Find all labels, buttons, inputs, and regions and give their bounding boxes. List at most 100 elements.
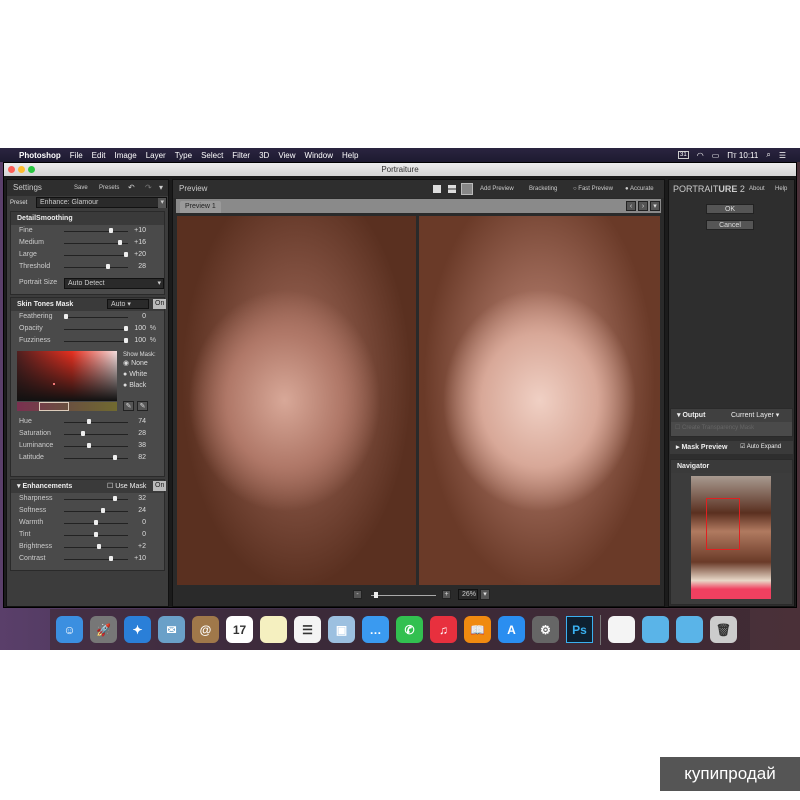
close-button[interactable] xyxy=(8,166,15,173)
slider-thumb[interactable] xyxy=(94,532,98,537)
transparency-checkbox[interactable]: ☐ Create Transparency Mask xyxy=(671,422,792,433)
hue-range-handle[interactable] xyxy=(39,402,69,411)
slider-thumb[interactable] xyxy=(124,252,128,257)
tab-menu-icon[interactable]: ▾ xyxy=(650,201,660,211)
slider-thumb[interactable] xyxy=(94,520,98,525)
fast-preview-radio[interactable]: ○ Fast Preview xyxy=(573,180,613,198)
help-link[interactable]: Help xyxy=(775,180,787,198)
menu-filter[interactable]: Filter xyxy=(232,151,250,160)
menu-chevron-icon[interactable]: ▾ xyxy=(159,180,163,196)
dock-safari-icon[interactable]: ✦ xyxy=(124,616,151,643)
dock-mail-icon[interactable]: ✉ xyxy=(158,616,185,643)
split-horizontal-icon[interactable] xyxy=(448,185,456,193)
dock-preview-icon[interactable]: ▣ xyxy=(328,616,355,643)
preset-select[interactable]: Enhance: Glamour ▾ xyxy=(36,197,167,208)
ok-button[interactable]: OK xyxy=(706,204,754,214)
dock-notes-icon[interactable] xyxy=(260,616,287,643)
menu-type[interactable]: Type xyxy=(175,151,192,160)
slider-thumb[interactable] xyxy=(124,326,128,331)
slider-thumb[interactable] xyxy=(64,314,68,319)
minimize-button[interactable] xyxy=(18,166,25,173)
dock-ibooks-icon[interactable]: 📖 xyxy=(464,616,491,643)
save-button[interactable]: Save xyxy=(74,180,88,196)
menu-image[interactable]: Image xyxy=(114,151,136,160)
dock-messages-icon[interactable]: … xyxy=(362,616,389,643)
menu-window[interactable]: Window xyxy=(305,151,333,160)
slider-thumb[interactable] xyxy=(106,264,110,269)
dock-folder-2-icon[interactable] xyxy=(676,616,703,643)
original-image[interactable] xyxy=(177,216,416,585)
zoom-in-button[interactable]: + xyxy=(442,590,451,599)
slider-thumb[interactable] xyxy=(124,338,128,343)
navigator-thumbnail[interactable] xyxy=(691,476,771,599)
skin-mode-select[interactable]: Auto ▾ xyxy=(107,299,149,309)
search-icon[interactable]: ⌕ xyxy=(766,150,770,160)
dock-finder-icon[interactable]: ☺ xyxy=(56,616,83,643)
slider-track[interactable] xyxy=(64,422,128,423)
menu-3d[interactable]: 3D xyxy=(259,151,269,160)
slider-track[interactable] xyxy=(64,317,128,318)
use-mask-checkbox[interactable]: ☐ Use Mask xyxy=(107,480,146,493)
mask-preview-header[interactable]: ▸ Mask Preview ☑ Auto Expand xyxy=(670,441,793,454)
output-header[interactable]: ▾ Output Current Layer ▾ xyxy=(671,409,792,422)
slider-track[interactable] xyxy=(64,267,128,268)
dock-documents-icon[interactable] xyxy=(608,616,635,643)
slider-track[interactable] xyxy=(64,559,128,560)
slider-thumb[interactable] xyxy=(86,419,91,424)
tab-preview-1[interactable]: Preview 1 xyxy=(180,201,221,213)
eyedropper-icon[interactable]: ✎ xyxy=(123,401,134,411)
slider-track[interactable] xyxy=(64,231,128,232)
zoom-slider-thumb[interactable] xyxy=(374,592,378,598)
dock-app-store-icon[interactable]: A xyxy=(498,616,525,643)
dock-folder-icon[interactable] xyxy=(642,616,669,643)
slider-track[interactable] xyxy=(64,547,128,548)
notifications-icon[interactable]: ☰ xyxy=(779,151,786,160)
slider-thumb[interactable] xyxy=(80,431,85,436)
prev-icon[interactable]: ‹ xyxy=(626,201,636,211)
skin-on-toggle[interactable]: On xyxy=(153,299,167,309)
add-preview-button[interactable]: Add Preview xyxy=(480,180,514,198)
portrait-size-select[interactable]: Auto Detect ▾ xyxy=(64,278,164,289)
navigator-viewport[interactable] xyxy=(706,498,740,550)
mask-option-none[interactable]: ◉ None xyxy=(123,358,156,369)
slider-thumb[interactable] xyxy=(113,455,118,460)
single-view-icon[interactable] xyxy=(433,185,441,193)
slider-thumb[interactable] xyxy=(109,556,113,561)
menu-edit[interactable]: Edit xyxy=(92,151,106,160)
enhancements-on-toggle[interactable]: On xyxy=(153,481,167,491)
dock-contacts-icon[interactable]: @ xyxy=(192,616,219,643)
slider-thumb[interactable] xyxy=(118,240,122,245)
dock-trash-icon[interactable]: 🗑 xyxy=(710,616,737,643)
zoom-out-button[interactable]: - xyxy=(353,590,362,599)
mask-option-black[interactable]: ● Black xyxy=(123,380,156,391)
slider-track[interactable] xyxy=(64,329,128,330)
slider-thumb[interactable] xyxy=(97,544,101,549)
retouched-image[interactable] xyxy=(419,216,660,585)
presets-button[interactable]: Presets xyxy=(99,180,119,196)
zoom-level[interactable]: 26% xyxy=(458,589,478,600)
enhancements-header[interactable]: ▾ Enhancements ☐ Use Mask On xyxy=(11,480,167,493)
accurate-radio[interactable]: ● Accurate xyxy=(625,180,654,198)
slider-thumb[interactable] xyxy=(113,496,118,501)
slider-thumb[interactable] xyxy=(109,228,113,233)
battery-icon[interactable]: ▭ xyxy=(712,151,720,160)
bracketing-button[interactable]: Bracketing xyxy=(529,180,557,198)
next-icon[interactable]: › xyxy=(638,201,648,211)
redo-icon[interactable]: ↷ xyxy=(145,180,152,196)
dock-itunes-icon[interactable]: ♫ xyxy=(430,616,457,643)
menu-app[interactable]: Photoshop xyxy=(19,151,61,160)
color-picker-field[interactable] xyxy=(17,351,117,401)
slider-track[interactable] xyxy=(64,434,128,435)
slider-track[interactable] xyxy=(64,458,128,459)
slider-thumb[interactable] xyxy=(101,508,106,513)
menu-file[interactable]: File xyxy=(70,151,83,160)
zoom-menu-icon[interactable]: ▾ xyxy=(480,589,490,600)
zoom-button[interactable] xyxy=(28,166,35,173)
menu-view[interactable]: View xyxy=(278,151,295,160)
output-select[interactable]: Current Layer ▾ xyxy=(731,409,779,422)
dock-photoshop-icon[interactable]: Ps xyxy=(566,616,593,643)
slider-track[interactable] xyxy=(64,511,128,512)
auto-expand-checkbox[interactable]: ☑ Auto Expand xyxy=(740,441,781,454)
calendar-icon[interactable]: 31 xyxy=(678,151,689,159)
slider-track[interactable] xyxy=(64,341,128,342)
